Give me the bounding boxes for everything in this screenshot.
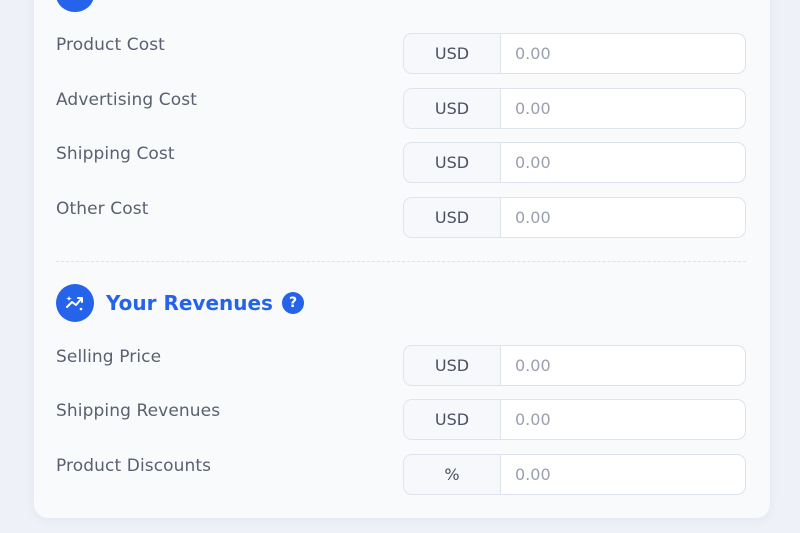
- trend-sparkle-icon: [56, 284, 94, 322]
- currency-unit: USD: [404, 143, 501, 182]
- selling-price-input[interactable]: [501, 346, 745, 385]
- shipping-revenues-row: Shipping Revenues USD: [0, 399, 800, 443]
- advertising-cost-label: Advertising Cost: [56, 90, 197, 110]
- selling-price-row: Selling Price USD: [0, 345, 800, 389]
- currency-unit: USD: [404, 34, 501, 73]
- product-discounts-field: %: [403, 454, 746, 495]
- question-icon[interactable]: ?: [282, 292, 304, 314]
- advertising-cost-row: Advertising Cost USD: [0, 88, 800, 132]
- revenues-title: Your Revenues: [106, 291, 273, 315]
- selling-price-field: USD: [403, 345, 746, 386]
- shipping-cost-row: Shipping Cost USD: [0, 142, 800, 186]
- product-discounts-input[interactable]: [501, 455, 745, 494]
- product-cost-label: Product Cost: [56, 35, 165, 55]
- currency-unit: USD: [404, 198, 501, 237]
- other-cost-field: USD: [403, 197, 746, 238]
- section-divider: [56, 261, 746, 262]
- advertising-cost-field: USD: [403, 88, 746, 129]
- product-discounts-label: Product Discounts: [56, 456, 212, 476]
- shipping-cost-field: USD: [403, 142, 746, 183]
- revenues-section-header: Your Revenues ?: [56, 284, 456, 322]
- advertising-cost-input[interactable]: [501, 89, 745, 128]
- currency-unit: USD: [404, 346, 501, 385]
- costs-section-header: [56, 0, 356, 12]
- product-discounts-row: Product Discounts %: [0, 454, 800, 498]
- shipping-cost-input[interactable]: [501, 143, 745, 182]
- product-cost-row: Product Cost USD: [0, 33, 800, 77]
- costs-section-icon: [56, 0, 94, 12]
- currency-unit: USD: [404, 89, 501, 128]
- shipping-revenues-label: Shipping Revenues: [56, 401, 221, 421]
- percent-unit: %: [404, 455, 501, 494]
- other-cost-input[interactable]: [501, 198, 745, 237]
- shipping-revenues-field: USD: [403, 399, 746, 440]
- other-cost-label: Other Cost: [56, 199, 149, 219]
- currency-unit: USD: [404, 400, 501, 439]
- shipping-revenues-input[interactable]: [501, 400, 745, 439]
- other-cost-row: Other Cost USD: [0, 197, 800, 241]
- product-cost-field: USD: [403, 33, 746, 74]
- shipping-cost-label: Shipping Cost: [56, 144, 175, 164]
- product-cost-input[interactable]: [501, 34, 745, 73]
- selling-price-label: Selling Price: [56, 347, 162, 367]
